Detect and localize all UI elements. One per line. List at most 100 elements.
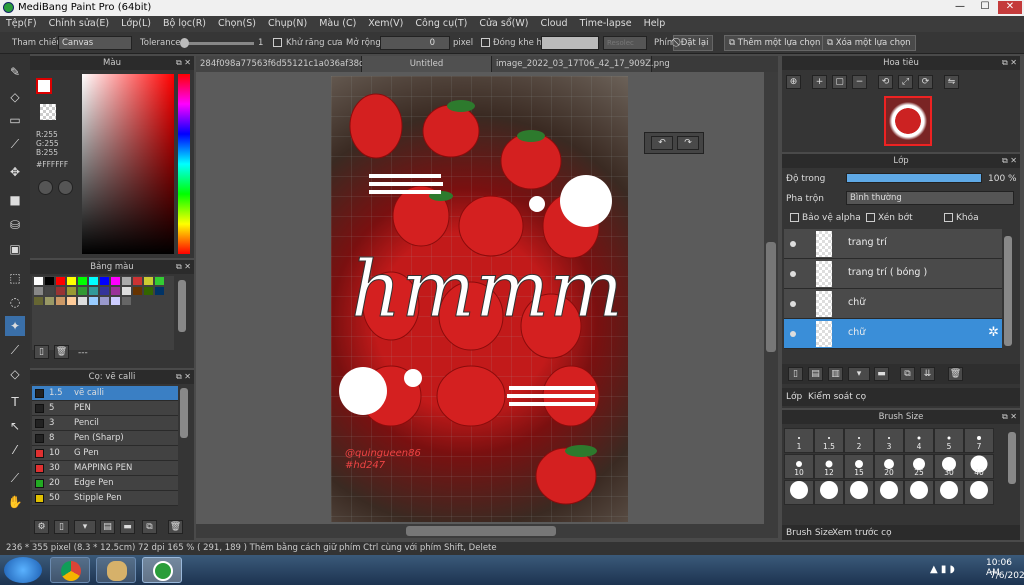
color-wheel-icon[interactable] xyxy=(38,180,53,195)
panel-close-icon[interactable]: ⧉ ✕ xyxy=(176,56,191,70)
visibility-icon[interactable] xyxy=(790,301,796,307)
minimize-button[interactable]: — xyxy=(948,1,972,14)
tab-strawberry-jpg[interactable]: 284f098a77563f6d55121c1a036af38d.jpg xyxy=(196,56,380,72)
flip-icon[interactable]: ⇋ xyxy=(944,75,959,89)
text-icon[interactable]: T xyxy=(5,392,25,412)
tray-icons[interactable]: ▲ ▮ ◗ xyxy=(930,564,955,575)
brush-size-cell[interactable]: 15 xyxy=(844,454,874,479)
gap-button[interactable]: Resolec xyxy=(603,36,647,50)
brush-size-cell[interactable] xyxy=(784,480,814,505)
tolerance-slider[interactable] xyxy=(180,38,254,48)
brush-size-cell[interactable]: 12 xyxy=(814,454,844,479)
palette-scrollbar[interactable] xyxy=(178,280,186,332)
brush-size-cell[interactable] xyxy=(964,480,994,505)
brush-size-cell[interactable]: 4 xyxy=(904,428,934,453)
brush-item[interactable]: 8 Pen (Sharp) xyxy=(32,431,178,446)
fit-screen-icon[interactable]: ⤢ xyxy=(898,75,913,89)
brush-size-cell[interactable] xyxy=(844,480,874,505)
brush-item[interactable]: 1.5vẽ calli✲ xyxy=(32,386,178,401)
brush-item[interactable]: 20 Edge Pen xyxy=(32,476,178,491)
canvas-area[interactable]: hmmm @quingueen86 #hd247 ↶ ↷ xyxy=(196,72,778,524)
redo-icon[interactable]: ↷ xyxy=(677,136,699,150)
brush-props-icon[interactable]: ▤ xyxy=(100,520,115,534)
zoom-out-icon[interactable]: − xyxy=(852,75,867,89)
tab-brush-size[interactable]: Brush Size xyxy=(786,528,833,538)
brush-icon[interactable]: ✎ xyxy=(5,62,25,82)
rectangle-icon[interactable]: ▭ xyxy=(5,110,25,130)
brush-size-cell[interactable]: 1.5 xyxy=(814,428,844,453)
gradient-icon[interactable]: ▣ xyxy=(5,239,25,259)
layer-folder-icon[interactable]: ▬ xyxy=(874,367,889,381)
menu-help[interactable]: Help xyxy=(638,16,672,32)
brush-size-cell[interactable]: 3 xyxy=(874,428,904,453)
new-halftone-layer-icon[interactable]: ▤ xyxy=(808,367,823,381)
tab-brush-control[interactable]: Kiểm soát cọ xyxy=(808,392,866,402)
menu-window[interactable]: Cửa sổ(W) xyxy=(473,16,534,32)
layer-row[interactable]: chữ xyxy=(784,289,1002,319)
antialias-checkbox[interactable] xyxy=(273,38,282,47)
gap-slider[interactable] xyxy=(541,36,599,50)
menu-view[interactable]: Xem(V) xyxy=(362,16,409,32)
reset-button[interactable]: ⃠ Đặt lại xyxy=(673,35,714,51)
delete-selection-button[interactable]: ⧉ Xóa một lựa chọn xyxy=(822,35,916,51)
visibility-icon[interactable] xyxy=(790,271,796,277)
layer-scrollbar[interactable] xyxy=(1004,236,1012,346)
lasso-icon[interactable]: ◌ xyxy=(5,292,25,312)
gap-checkbox[interactable] xyxy=(481,38,490,47)
tab-untitled[interactable]: Untitled xyxy=(362,56,492,72)
brush-item[interactable]: 5 PEN xyxy=(32,401,178,416)
new-palette-icon[interactable]: ▯ xyxy=(34,345,49,359)
brush-size-cell[interactable]: 25 xyxy=(904,454,934,479)
select-eraser-icon[interactable]: ◇ xyxy=(5,364,25,384)
add-brush-icon[interactable]: ▾ xyxy=(74,520,96,534)
brush-size-cell[interactable]: 30 xyxy=(934,454,964,479)
zoom-actual-icon[interactable]: ▢ xyxy=(832,75,847,89)
layer-row[interactable]: trang trí ( bóng ) xyxy=(784,259,1002,289)
reference-select[interactable]: Canvas xyxy=(58,36,132,50)
visibility-icon[interactable] xyxy=(790,241,796,247)
menu-file[interactable]: Tệp(F) xyxy=(0,16,43,32)
paint-taskbar-icon[interactable] xyxy=(96,557,136,583)
new-8bit-layer-icon[interactable]: ▥ xyxy=(828,367,843,381)
tab-layer[interactable]: Lớp xyxy=(786,392,802,402)
brush-size-scrollbar[interactable] xyxy=(1008,432,1016,484)
brush-item[interactable]: 50 Stipple Pen xyxy=(32,491,178,506)
brush-size-cell[interactable] xyxy=(874,480,904,505)
maximize-button[interactable]: ☐ xyxy=(973,1,997,14)
foreground-color[interactable] xyxy=(36,78,52,94)
zoom-fit-icon[interactable]: ⊕ xyxy=(786,75,801,89)
menu-layer[interactable]: Lớp(L) xyxy=(115,16,157,32)
brush-size-cell[interactable]: 1 xyxy=(784,428,814,453)
eraser-icon[interactable]: ◇ xyxy=(5,87,25,107)
chrome-taskbar-icon[interactable] xyxy=(50,557,90,583)
add-selection-button[interactable]: ⧉ Thêm một lựa chọn xyxy=(724,35,826,51)
delete-brush-icon[interactable]: 🗑 xyxy=(168,520,183,534)
menu-filter[interactable]: Bộ lọc(R) xyxy=(157,16,212,32)
dot-brush-icon[interactable]: ⟋ xyxy=(5,134,25,154)
rotate-left-icon[interactable]: ⟲ xyxy=(878,75,893,89)
move-icon[interactable]: ✥ xyxy=(5,162,25,182)
menu-select[interactable]: Chọn(S) xyxy=(212,16,262,32)
brush-size-cell[interactable]: 10 xyxy=(784,454,814,479)
palette-swatches[interactable] xyxy=(32,276,174,350)
menu-color[interactable]: Màu (C) xyxy=(313,16,362,32)
clip-checkbox[interactable] xyxy=(866,213,875,222)
canvas-vertical-scrollbar[interactable] xyxy=(764,72,778,524)
saturation-value-picker[interactable] xyxy=(82,74,174,254)
color-set-icon[interactable] xyxy=(58,180,73,195)
navigator-thumbnail[interactable] xyxy=(884,96,932,146)
panel-close-icon[interactable]: ⧉ ✕ xyxy=(1002,410,1017,424)
brush-size-cell[interactable] xyxy=(814,480,844,505)
brush-settings-icon[interactable]: ⚙ xyxy=(34,520,49,534)
hue-slider[interactable] xyxy=(178,74,190,254)
brush-folder-icon[interactable]: ▬ xyxy=(120,520,135,534)
artwork-canvas[interactable]: hmmm @quingueen86 #hd247 xyxy=(331,76,628,522)
panel-close-icon[interactable]: ⧉ ✕ xyxy=(176,370,191,384)
protect-alpha-checkbox[interactable] xyxy=(790,213,799,222)
menu-timelapse[interactable]: Time-lapse xyxy=(574,16,638,32)
operation-icon[interactable]: ↖ xyxy=(5,416,25,436)
duplicate-brush-icon[interactable]: ⧉ xyxy=(142,520,157,534)
delete-palette-icon[interactable]: 🗑 xyxy=(54,345,69,359)
merge-layer-icon[interactable]: ⇊ xyxy=(920,367,935,381)
lock-checkbox[interactable] xyxy=(944,213,953,222)
